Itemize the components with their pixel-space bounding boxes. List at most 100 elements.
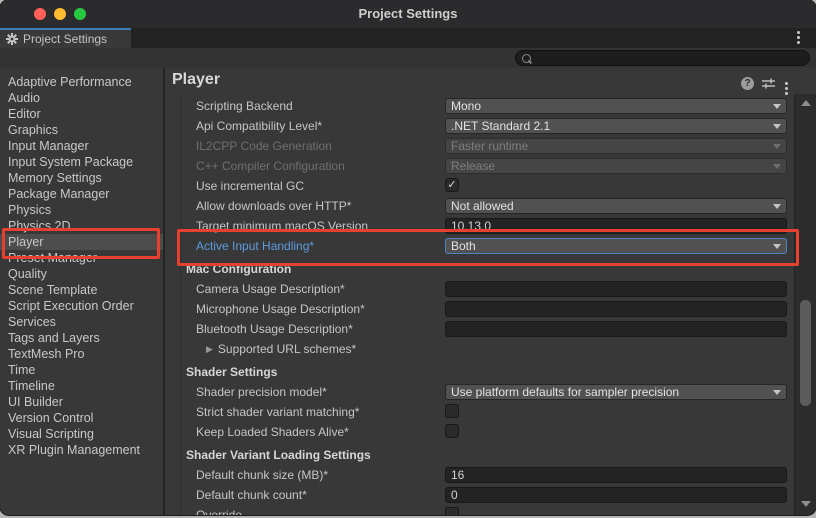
- tab-label: Project Settings: [23, 32, 107, 46]
- target-minimum-macos-version-field[interactable]: 10.13.0: [445, 218, 787, 234]
- panel-header-icons: ?: [741, 77, 788, 90]
- sidebar-item-input-manager[interactable]: Input Manager: [0, 138, 163, 154]
- triangle-down-icon: [773, 390, 781, 395]
- sidebar-item-time[interactable]: Time: [0, 362, 163, 378]
- microphone-usage-description-field[interactable]: [445, 301, 787, 317]
- setting-label: Default chunk size (MB)*: [166, 468, 328, 482]
- allow-downloads-over-http-dropdown[interactable]: Not allowed: [445, 198, 787, 214]
- sidebar-item-services[interactable]: Services: [0, 314, 163, 330]
- toolbar: [0, 48, 816, 68]
- sidebar-item-physics-2d[interactable]: Physics 2D: [0, 218, 163, 234]
- sidebar-item-tags-and-layers[interactable]: Tags and Layers: [0, 330, 163, 346]
- sidebar-item-physics[interactable]: Physics: [0, 202, 163, 218]
- sidebar-item-version-control[interactable]: Version Control: [0, 410, 163, 426]
- sidebar-item-memory-settings[interactable]: Memory Settings: [0, 170, 163, 186]
- sidebar-item-quality[interactable]: Quality: [0, 266, 163, 282]
- section-header-label: Shader Settings: [166, 365, 277, 379]
- row-supported-url-schemes: ▶ Supported URL schemes*: [166, 339, 794, 359]
- bluetooth-usage-description-field[interactable]: [445, 321, 787, 337]
- kebab-menu-icon[interactable]: [797, 31, 800, 34]
- sidebar-item-textmesh-pro[interactable]: TextMesh Pro: [0, 346, 163, 362]
- default-chunk-count-field[interactable]: 0: [445, 487, 787, 503]
- kebab-menu-icon[interactable]: [785, 82, 788, 85]
- tab-project-settings[interactable]: Project Settings: [0, 28, 131, 48]
- setting-label: Keep Loaded Shaders Alive*: [166, 425, 349, 439]
- setting-label: Bluetooth Usage Description*: [166, 322, 353, 336]
- row-shader-precision-model: Shader precision model* Use platform defa…: [166, 382, 794, 402]
- magnifier-icon: [522, 54, 531, 63]
- dropdown-value: Not allowed: [451, 199, 514, 213]
- main-panel: Player ? Scripting Backend Mono Api Compat…: [165, 68, 816, 515]
- scroll-up-icon[interactable]: [801, 100, 811, 106]
- override-checkbox[interactable]: [445, 507, 459, 515]
- setting-label: Active Input Handling*: [166, 239, 314, 253]
- foldout-label[interactable]: Supported URL schemes*: [218, 342, 356, 356]
- sidebar-item-xr-plugin-management[interactable]: XR Plugin Management: [0, 442, 163, 458]
- setting-label: Target minimum macOS Version: [166, 219, 368, 233]
- section-shader-variant-loading-settings: Shader Variant Loading Settings: [166, 445, 794, 465]
- sidebar-item-audio[interactable]: Audio: [0, 90, 163, 106]
- row-bluetooth-usage-description: Bluetooth Usage Description*: [166, 319, 794, 339]
- scripting-backend-dropdown[interactable]: Mono: [445, 98, 787, 114]
- setting-label: C++ Compiler Configuration: [166, 159, 345, 173]
- camera-usage-description-field[interactable]: [445, 281, 787, 297]
- sidebar-list: Adaptive PerformanceAudioEditorGraphicsI…: [0, 68, 163, 515]
- triangle-down-icon: [773, 204, 781, 209]
- window-title: Project Settings: [0, 0, 816, 28]
- title-bar: Project Settings: [0, 0, 816, 28]
- sidebar-item-visual-scripting[interactable]: Visual Scripting: [0, 426, 163, 442]
- sidebar-item-scene-template[interactable]: Scene Template: [0, 282, 163, 298]
- dropdown-value: Use platform defaults for sampler precis…: [451, 385, 679, 399]
- section-header-label: Shader Variant Loading Settings: [166, 448, 371, 462]
- dropdown-value: Release: [451, 159, 495, 173]
- strict-shader-variant-matching-checkbox[interactable]: [445, 404, 459, 418]
- minimize-button[interactable]: [54, 8, 66, 20]
- sidebar-item-graphics[interactable]: Graphics: [0, 122, 163, 138]
- close-button[interactable]: [34, 8, 46, 20]
- setting-label: Default chunk count*: [166, 488, 307, 502]
- sidebar-item-script-execution-order[interactable]: Script Execution Order: [0, 298, 163, 314]
- active-input-handling-dropdown[interactable]: Both: [445, 238, 787, 254]
- sidebar-item-player[interactable]: Player: [0, 234, 163, 250]
- default-chunk-size-mb-field[interactable]: 16: [445, 467, 787, 483]
- use-incremental-gc-checkbox[interactable]: ✓: [445, 178, 459, 192]
- project-settings-window: Project Settings: [0, 0, 816, 515]
- vertical-scrollbar[interactable]: [794, 94, 816, 515]
- sidebar-item-input-system-package[interactable]: Input System Package: [0, 154, 163, 170]
- sidebar-item-adaptive-performance[interactable]: Adaptive Performance: [0, 74, 163, 90]
- triangle-down-icon: [773, 104, 781, 109]
- keep-loaded-shaders-alive-checkbox[interactable]: [445, 424, 459, 438]
- il2cpp-code-generation-dropdown: Faster runtime: [445, 138, 787, 154]
- sidebar-item-timeline[interactable]: Timeline: [0, 378, 163, 394]
- question-mark-icon[interactable]: ?: [741, 77, 754, 90]
- shader-precision-model-dropdown[interactable]: Use platform defaults for sampler precis…: [445, 384, 787, 400]
- sliders-icon[interactable]: [762, 77, 775, 90]
- dropdown-value: Both: [451, 239, 476, 253]
- triangle-down-icon: [773, 164, 781, 169]
- row-scripting-backend: Scripting Backend Mono: [166, 96, 794, 116]
- setting-label: IL2CPP Code Generation: [166, 139, 332, 153]
- sidebar-item-ui-builder[interactable]: UI Builder: [0, 394, 163, 410]
- row-default-chunk-count: Default chunk count* 0: [166, 485, 794, 505]
- scrollbar-thumb[interactable]: [800, 300, 811, 406]
- row-api-compatibility-level: Api Compatibility Level* .NET Standard 2.…: [166, 116, 794, 136]
- sidebar-item-package-manager[interactable]: Package Manager: [0, 186, 163, 202]
- section-mac-configuration: Mac Configuration: [166, 259, 794, 279]
- c-compiler-configuration-dropdown: Release: [445, 158, 787, 174]
- setting-label: Shader precision model*: [166, 385, 327, 399]
- scroll-down-icon[interactable]: [801, 501, 811, 507]
- row-use-incremental-gc: Use incremental GC✓: [166, 176, 794, 196]
- row-target-minimum-macos-version: Target minimum macOS Version 10.13.0: [166, 216, 794, 236]
- page-title: Player: [172, 71, 220, 89]
- settings-list: Scripting Backend Mono Api Compatibility L…: [166, 94, 794, 515]
- section-shader-settings: Shader Settings: [166, 362, 794, 382]
- setting-label: Api Compatibility Level*: [166, 119, 322, 133]
- sidebar-item-editor[interactable]: Editor: [0, 106, 163, 122]
- zoom-button[interactable]: [74, 8, 86, 20]
- search-input[interactable]: [535, 50, 809, 66]
- api-compatibility-level-dropdown[interactable]: .NET Standard 2.1: [445, 118, 787, 134]
- setting-label: Scripting Backend: [166, 99, 293, 113]
- search-field[interactable]: [515, 50, 810, 66]
- triangle-right-icon[interactable]: ▶: [166, 344, 213, 355]
- sidebar-item-preset-manager[interactable]: Preset Manager: [0, 250, 163, 266]
